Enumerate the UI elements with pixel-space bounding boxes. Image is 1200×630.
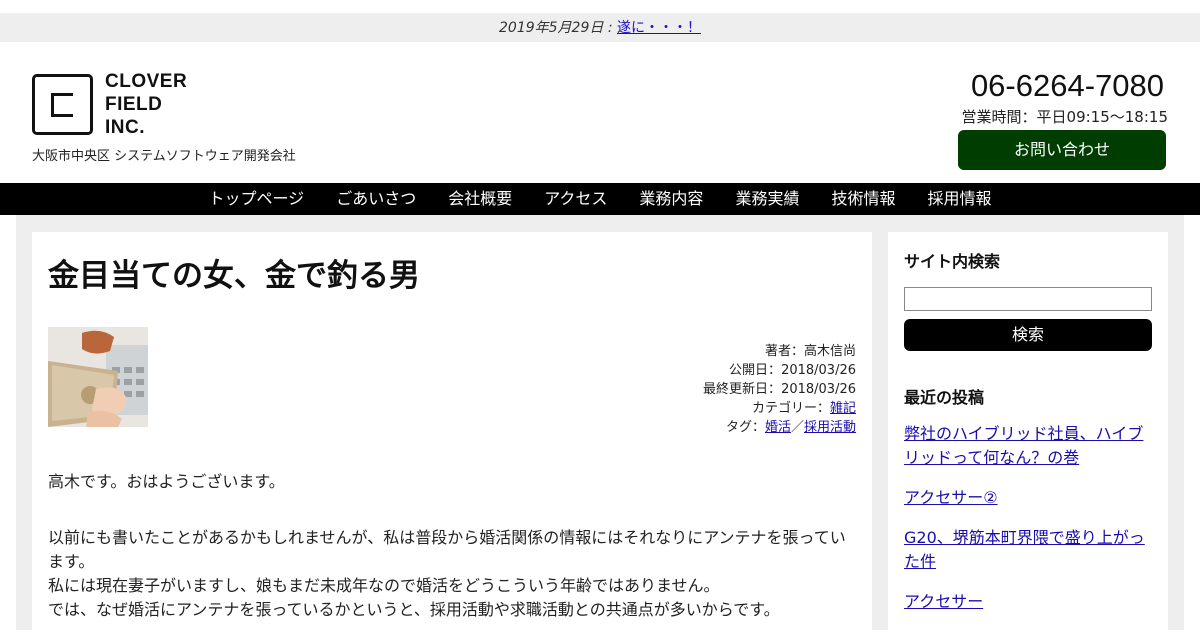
sidebar: サイト内検索 検索 最近の投稿 弊社のハイブリッド社員、ハイブリッドって何なん？… — [888, 232, 1168, 630]
article: 金目当ての女、金で釣る男 著者：高木信尚 公開日：2018/03/26 最終更新… — [32, 232, 872, 630]
article-title: 金目当ての女、金で釣る男 — [48, 258, 420, 294]
logo-line-1: CLOVER — [105, 71, 188, 92]
company-logo[interactable]: CLOVER FIELD INC. — [32, 70, 187, 139]
nav-item-greeting[interactable]: ごあいさつ — [320, 183, 432, 215]
logo-text: CLOVER FIELD INC. — [105, 70, 187, 139]
article-meta: 著者：高木信尚 公開日：2018/03/26 最終更新日：2018/03/26 … — [703, 342, 856, 437]
search-input[interactable] — [904, 287, 1152, 311]
nav-item-recruit[interactable]: 採用情報 — [911, 183, 1007, 215]
recent-posts-heading: 最近の投稿 — [904, 388, 985, 407]
nav-item-tech[interactable]: 技術情報 — [815, 183, 911, 215]
inquiry-button[interactable]: お問い合わせ — [958, 130, 1166, 170]
announcement-bar: 2019年5月29日 : 遂に・・・！ — [0, 13, 1200, 42]
meta-author: 著者：高木信尚 — [764, 344, 856, 359]
business-hours: 営業時間：平日09:15〜18:15 — [961, 108, 1168, 126]
meta-updated: 最終更新日：2018/03/26 — [703, 382, 856, 397]
paragraph: 高木です。おはようございます。 — [48, 472, 285, 491]
logo-line-2: FIELD — [105, 94, 163, 115]
recent-post-link[interactable]: アクセサー — [904, 590, 1154, 614]
contact-block: 06-6264-7080 営業時間：平日09:15〜18:15 お問い合わせ — [958, 68, 1168, 170]
article-thumbnail — [48, 327, 148, 427]
tag-link-recruiting[interactable]: 採用活動 — [804, 420, 856, 435]
meta-category: カテゴリー：雑記 — [751, 401, 856, 416]
announcement-link[interactable]: 遂に・・・！ — [617, 20, 701, 36]
meta-published: 公開日：2018/03/26 — [729, 363, 856, 378]
category-link[interactable]: 雑記 — [830, 401, 856, 416]
recent-post-link[interactable]: 弊社のハイブリッド社員、ハイブリッドって何なん？の巻 — [904, 422, 1154, 470]
meta-tags: タグ：婚活／採用活動 — [725, 420, 856, 435]
phone-number: 06-6264-7080 — [970, 68, 1164, 103]
paragraph: 以前にも書いたことがあるかもしれませんが、私は普段から婚活関係の情報にはそれなり… — [48, 528, 846, 619]
nav-item-services[interactable]: 業務内容 — [623, 183, 719, 215]
site-header: CLOVER FIELD INC. 大阪市中央区 システムソフトウェア開発会社 … — [0, 42, 1200, 183]
site-tagline: 大阪市中央区 システムソフトウェア開発会社 — [32, 149, 296, 164]
recent-post-link[interactable]: アクセサー② — [904, 486, 1154, 510]
logo-mark — [32, 74, 93, 135]
search-button[interactable]: 検索 — [904, 319, 1152, 351]
search-heading: サイト内検索 — [904, 252, 1001, 271]
nav-item-access[interactable]: アクセス — [528, 183, 623, 215]
nav-item-works[interactable]: 業務実績 — [719, 183, 815, 215]
article-body: 高木です。おはようございます。 以前にも書いたことがあるかもしれませんが、私は普… — [48, 470, 858, 622]
recent-posts-list: 弊社のハイブリッド社員、ハイブリッドって何なん？の巻 アクセサー② G20、堺筋… — [904, 422, 1154, 630]
recent-post-link[interactable]: G20、堺筋本町界隈で盛り上がった件 — [904, 526, 1154, 574]
logo-line-3: INC. — [105, 117, 145, 138]
nav-item-company[interactable]: 会社概要 — [432, 183, 528, 215]
main-nav: トップページ ごあいさつ 会社概要 アクセス 業務内容 業務実績 技術情報 採用… — [0, 183, 1200, 215]
nav-item-top[interactable]: トップページ — [193, 183, 321, 215]
tag-link-konkatsu[interactable]: 婚活 — [765, 420, 791, 435]
announcement-date: 2019年5月29日 : — [499, 20, 617, 36]
